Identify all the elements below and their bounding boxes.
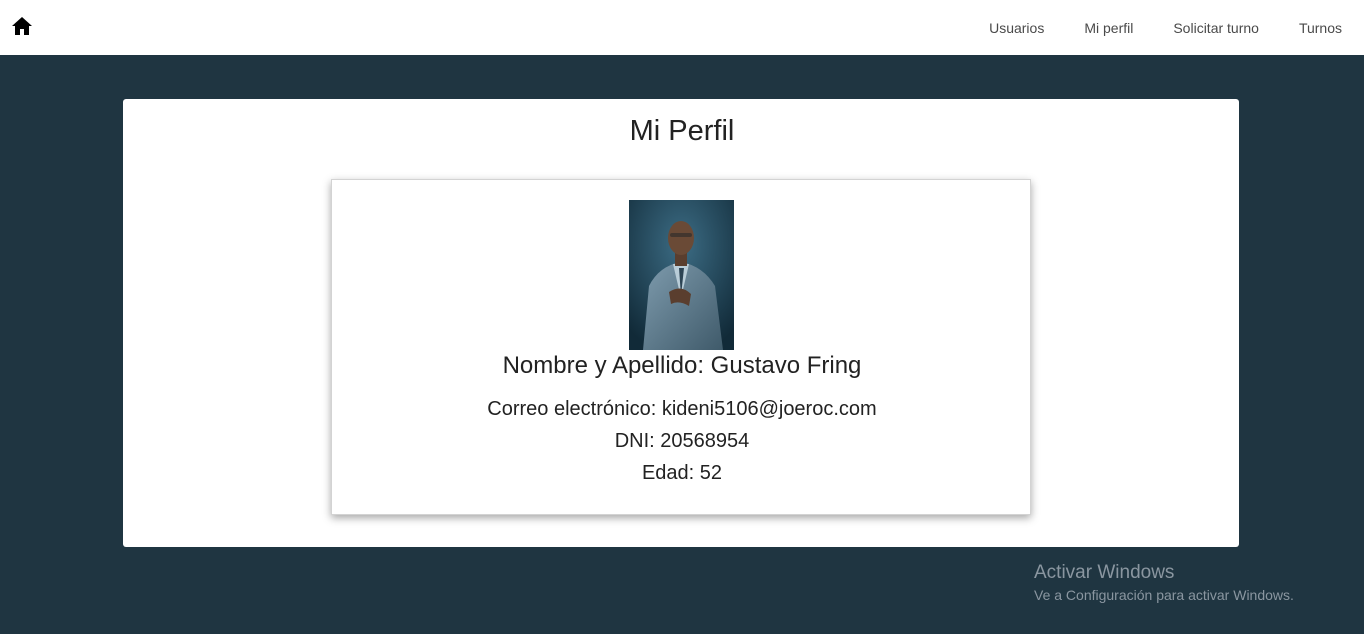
nav-links: Usuarios Mi perfil Solicitar turno Turno… xyxy=(949,0,1342,55)
windows-activation-title: Activar Windows xyxy=(1034,562,1175,583)
home-link[interactable] xyxy=(10,14,34,38)
avatar xyxy=(629,200,734,350)
profile-dni: DNI: 20568954 xyxy=(614,430,750,452)
home-icon xyxy=(12,17,32,35)
nav-link-mi-perfil[interactable]: Mi perfil xyxy=(1084,20,1133,36)
profile-name: Nombre y Apellido: Gustavo Fring xyxy=(502,352,862,379)
profile-email: Correo electrónico: kideni5106@joeroc.co… xyxy=(487,398,877,420)
profile-photo xyxy=(629,200,734,350)
nav-link-usuarios[interactable]: Usuarios xyxy=(989,20,1044,36)
nav-link-turnos[interactable]: Turnos xyxy=(1299,20,1342,36)
nav-link-solicitar-turno[interactable]: Solicitar turno xyxy=(1173,20,1259,36)
top-navbar: Usuarios Mi perfil Solicitar turno Turno… xyxy=(0,0,1364,55)
profile-age: Edad: 52 xyxy=(641,462,723,484)
windows-activation-subtitle: Ve a Configuración para activar Windows. xyxy=(1034,587,1294,603)
page-title: Mi Perfil xyxy=(629,115,735,147)
